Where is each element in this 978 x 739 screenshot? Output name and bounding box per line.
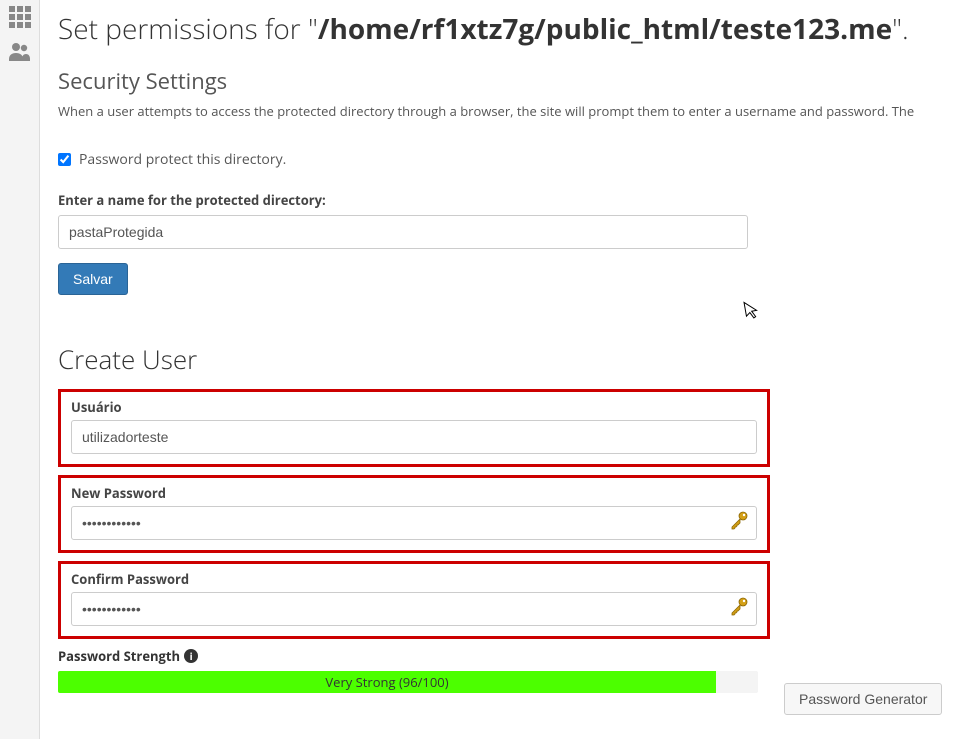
main-content: Set permissions for "/home/rf1xtz7g/publ… <box>40 0 978 739</box>
new-password-input[interactable] <box>71 506 757 540</box>
save-user-row: Salvar <box>58 735 978 739</box>
new-password-label: New Password <box>71 484 757 502</box>
page-title-path: /home/rf1xtz7g/public_html/teste123.me <box>318 10 892 48</box>
password-protect-checkbox[interactable] <box>58 153 71 166</box>
username-box: Usuário <box>58 389 770 467</box>
confirm-password-input[interactable] <box>71 592 757 626</box>
username-input[interactable] <box>71 420 757 454</box>
save-security-button[interactable]: Salvar <box>58 263 128 295</box>
security-settings-description: When a user attempts to access the prote… <box>58 102 978 120</box>
password-strength-fill: Very Strong (96/100) <box>58 671 716 693</box>
users-icon[interactable] <box>9 40 31 67</box>
left-sidebar <box>0 0 40 739</box>
password-generator-button[interactable]: Password Generator <box>784 683 942 715</box>
create-user-heading: Create User <box>58 341 978 377</box>
key-icon[interactable] <box>729 596 749 622</box>
password-protect-row: Password protect this directory. <box>58 150 978 169</box>
password-strength-row: Password Strength i Very Strong (96/100)… <box>58 647 978 715</box>
info-icon[interactable]: i <box>184 649 198 663</box>
confirm-password-box: Confirm Password <box>58 561 770 639</box>
confirm-password-label: Confirm Password <box>71 570 757 588</box>
key-icon[interactable] <box>729 510 749 536</box>
directory-name-input[interactable] <box>58 215 748 249</box>
new-password-box: New Password <box>58 475 770 553</box>
password-protect-label: Password protect this directory. <box>79 150 286 169</box>
apps-grid-icon[interactable] <box>9 6 31 28</box>
page-title: Set permissions for "/home/rf1xtz7g/publ… <box>58 10 978 48</box>
password-strength-label: Password Strength i <box>58 647 758 665</box>
page-title-suffix: ". <box>892 10 909 48</box>
password-strength-bar: Very Strong (96/100) <box>58 671 758 693</box>
security-settings-heading: Security Settings <box>58 66 978 96</box>
directory-name-label: Enter a name for the protected directory… <box>58 191 978 209</box>
page-title-prefix: Set permissions for " <box>58 10 318 48</box>
password-strength-label-text: Password Strength <box>58 647 180 665</box>
username-label: Usuário <box>71 398 757 416</box>
